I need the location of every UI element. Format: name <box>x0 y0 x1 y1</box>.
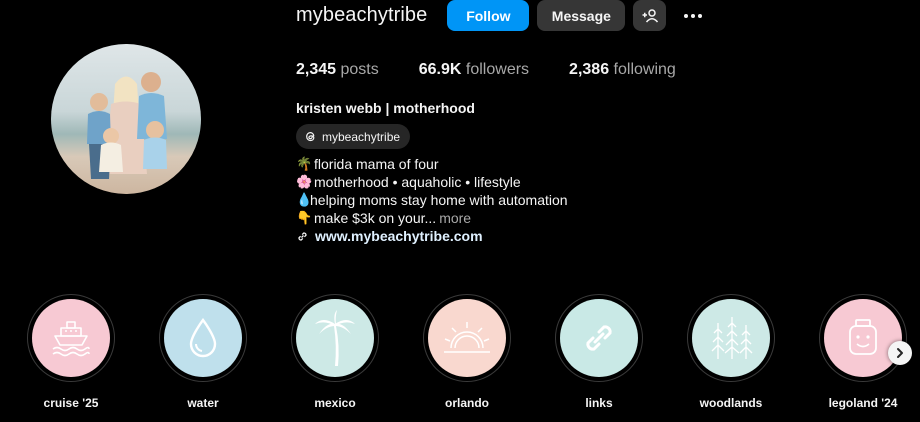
bio: 🌴 florida mama of four 🌸 motherhood • aq… <box>296 155 568 245</box>
bio-more-link[interactable]: more <box>439 209 471 227</box>
link-icon <box>586 325 612 351</box>
full-name: kristen webb | motherhood <box>296 100 475 116</box>
bio-text: make $3k on your... <box>314 210 437 226</box>
link-icon <box>298 231 307 241</box>
droplet-icon <box>189 317 217 358</box>
username: mybeachytribe <box>296 4 428 26</box>
story-highlights: cruise '25 water mexico orlando links wo… <box>0 294 920 414</box>
palm-tree-emoji: 🌴 <box>296 156 313 171</box>
ship-icon <box>52 321 90 357</box>
posts-label: posts <box>340 61 379 78</box>
highlight-cruise[interactable]: cruise '25 <box>6 294 136 410</box>
threads-icon <box>306 131 315 142</box>
followers-stat[interactable]: 66.9K followers <box>419 61 529 79</box>
highlight-woodlands[interactable]: woodlands <box>666 294 796 410</box>
pine-trees-icon <box>711 317 753 359</box>
followers-label: followers <box>465 61 530 78</box>
website-url: www.mybeachytribe.com <box>315 228 483 244</box>
bio-line: 🌸 motherhood • aquaholic • lifestyle <box>296 173 568 191</box>
bio-line: 🌴 florida mama of four <box>296 155 568 173</box>
highlight-label: water <box>187 396 219 410</box>
highlight-ring <box>687 294 775 382</box>
highlight-ring <box>819 294 907 382</box>
highlight-label: mexico <box>314 396 356 410</box>
posts-count: 2,345 <box>296 61 337 78</box>
highlight-label: cruise '25 <box>43 396 99 410</box>
highlight-cover <box>560 299 638 377</box>
chevron-right-icon <box>897 348 903 358</box>
highlight-ring <box>27 294 115 382</box>
highlight-cover <box>692 299 770 377</box>
more-options-button[interactable] <box>680 0 706 31</box>
ellipsis-icon <box>684 13 689 18</box>
highlight-cover <box>428 299 506 377</box>
posts-stat: 2,345 posts <box>296 61 379 79</box>
profile-header: mybeachytribe Follow Message <box>296 0 706 31</box>
profile-stats: 2,345 posts 66.9K followers 2,386 follow… <box>296 61 716 79</box>
blossom-emoji: 🌸 <box>296 174 313 189</box>
family-photo-image <box>51 44 201 194</box>
highlight-label: orlando <box>445 396 489 410</box>
threads-handle: mybeachytribe <box>322 129 401 144</box>
following-count: 2,386 <box>569 61 610 78</box>
highlight-ring <box>291 294 379 382</box>
highlight-label: links <box>585 396 613 410</box>
lego-head-icon <box>849 319 877 355</box>
bio-text: helping moms stay home with automation <box>310 192 568 208</box>
follow-button[interactable]: Follow <box>447 0 530 31</box>
highlight-cover <box>296 299 374 377</box>
highlight-cover <box>824 299 902 377</box>
highlights-next-button[interactable] <box>888 341 912 365</box>
highlight-label: legoland '24 <box>828 396 898 410</box>
following-label: following <box>613 61 676 78</box>
highlight-links[interactable]: links <box>534 294 664 410</box>
profile-avatar[interactable] <box>51 44 201 194</box>
droplet-emoji: 💧 <box>296 192 313 207</box>
threads-badge[interactable]: mybeachytribe <box>296 124 411 149</box>
website-link[interactable]: www.mybeachytribe.com <box>296 227 568 245</box>
highlight-cover <box>164 299 242 377</box>
suggested-users-button[interactable] <box>633 0 667 31</box>
highlight-cover <box>32 299 110 377</box>
highlight-ring <box>555 294 643 382</box>
highlight-orlando[interactable]: orlando <box>402 294 532 410</box>
following-stat[interactable]: 2,386 following <box>569 61 676 79</box>
bio-line: 👇 make $3k on your... more <box>296 209 568 227</box>
sun-icon <box>444 322 490 353</box>
bio-line: 💧 helping moms stay home with automation <box>296 191 568 209</box>
highlight-mexico[interactable]: mexico <box>270 294 400 410</box>
highlight-ring <box>423 294 511 382</box>
highlight-water[interactable]: water <box>138 294 268 410</box>
followers-count: 66.9K <box>418 61 462 78</box>
bio-text: florida mama of four <box>314 156 439 172</box>
palm-tree-icon <box>315 310 355 366</box>
message-button[interactable]: Message <box>537 0 626 31</box>
person-plus-icon <box>642 8 658 23</box>
pointing-down-emoji: 👇 <box>296 210 313 225</box>
highlight-label: woodlands <box>699 396 763 410</box>
highlight-ring <box>159 294 247 382</box>
bio-text: motherhood • aquaholic • lifestyle <box>314 174 521 190</box>
